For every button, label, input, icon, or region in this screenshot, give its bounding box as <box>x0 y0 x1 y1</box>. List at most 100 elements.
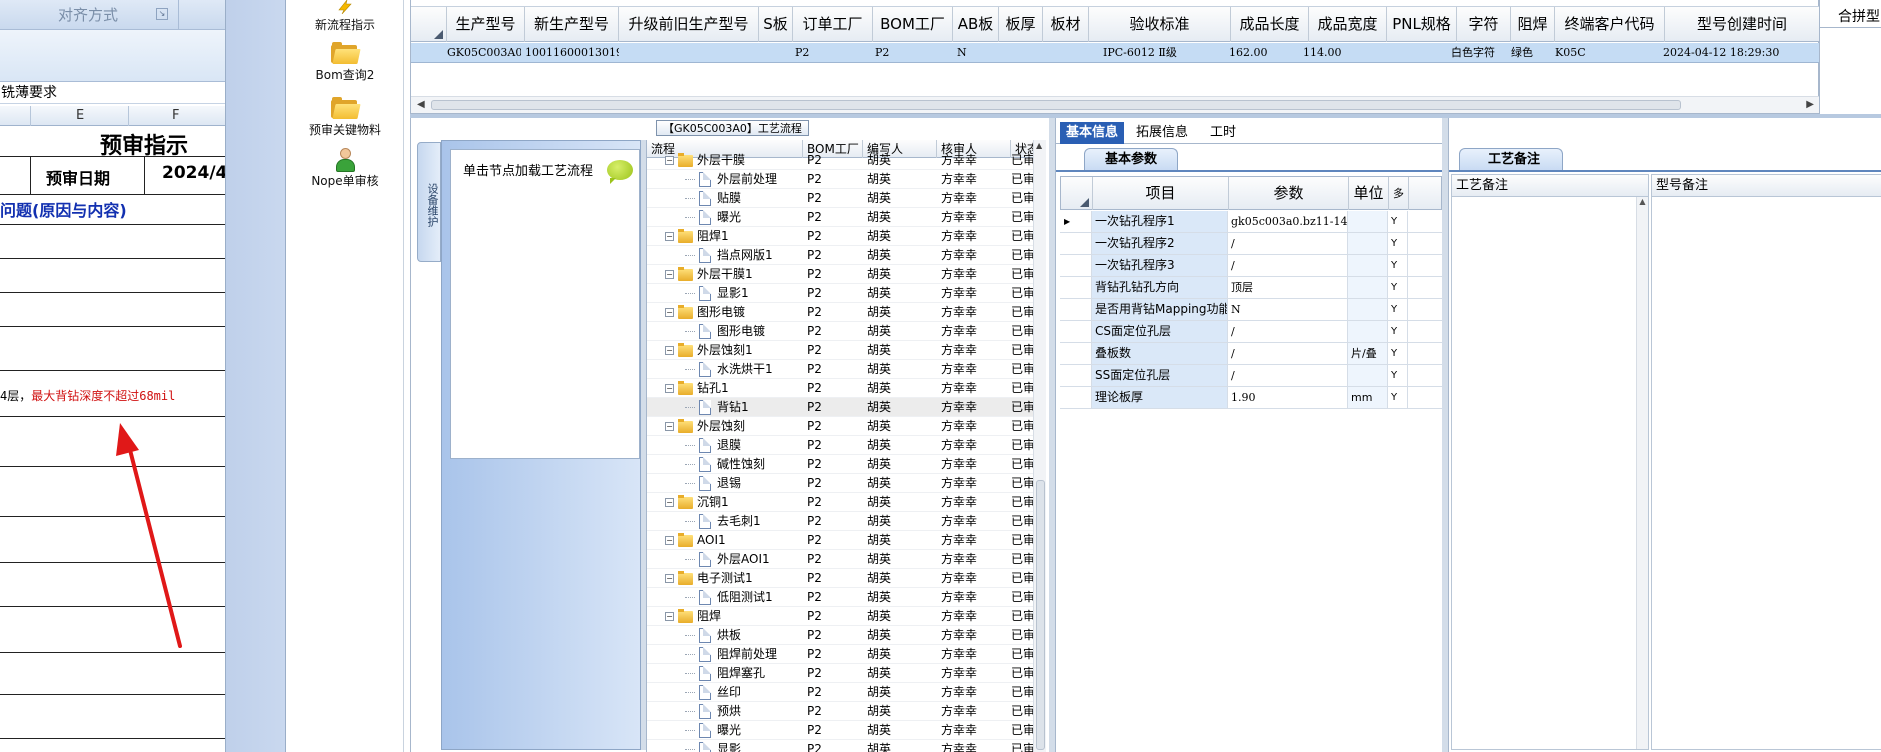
bom-factory-cell[interactable]: P2 <box>807 227 863 246</box>
reviewer-cell[interactable]: 方幸幸 <box>941 588 1011 607</box>
bom-factory-cell[interactable]: P2 <box>807 246 863 265</box>
row-selector-icon[interactable] <box>1060 365 1092 386</box>
row-selector-icon[interactable] <box>1060 387 1092 408</box>
writer-cell[interactable]: 胡英 <box>867 227 937 246</box>
param-unit-cell[interactable]: mm <box>1348 387 1388 408</box>
reviewer-cell[interactable]: 方幸幸 <box>941 721 1011 740</box>
column-header[interactable]: 升级前旧生产型号 <box>619 7 759 42</box>
tree-node[interactable]: 外层前处理 <box>685 170 803 189</box>
tree-step-row[interactable]: 丝印 P2胡英方幸幸已审核 <box>647 683 1046 702</box>
column-header[interactable]: 型号创建时间 <box>1665 7 1820 42</box>
table-cell[interactable]: 2024-04-12 18:29:30 <box>1659 43 1819 63</box>
bom-factory-cell[interactable]: P2 <box>807 455 863 474</box>
bom-factory-cell[interactable]: P2 <box>807 208 863 227</box>
writer-cell[interactable]: 胡英 <box>867 417 937 436</box>
status-cell[interactable]: 已审核 <box>1011 569 1035 588</box>
param-item-cell[interactable]: 叠板数 <box>1092 343 1228 364</box>
status-cell[interactable]: 已审核 <box>1011 702 1035 721</box>
tree-step-row[interactable]: 烘板 P2胡英方幸幸已审核 <box>647 626 1046 645</box>
tree-node[interactable]: − 外层蚀刻 <box>665 417 803 436</box>
tree-node[interactable]: 阻焊塞孔 <box>685 664 803 683</box>
load-flow-card[interactable]: 单击节点加载工艺流程 <box>450 149 640 459</box>
tree-step-row[interactable]: 阻焊塞孔 P2胡英方幸幸已审核 <box>647 664 1046 683</box>
vertical-scrollbar[interactable]: ▲ <box>1636 197 1648 749</box>
tree-group-row[interactable]: − 外层蚀刻1 P2胡英方幸幸已审核 <box>647 341 1046 360</box>
status-cell[interactable]: 已审核 <box>1011 265 1035 284</box>
tree-group-row[interactable]: − 钻孔1 P2胡英方幸幸已审核 <box>647 379 1046 398</box>
reviewer-cell[interactable]: 方幸幸 <box>941 360 1011 379</box>
bom-factory-cell[interactable]: P2 <box>807 417 863 436</box>
column-header[interactable]: 终端客户代码 <box>1555 7 1665 42</box>
reviewer-cell[interactable]: 方幸幸 <box>941 227 1011 246</box>
reviewer-cell[interactable]: 方幸幸 <box>941 303 1011 322</box>
param-item-cell[interactable]: 是否用背钻Mapping功能 <box>1092 299 1228 320</box>
writer-cell[interactable]: 胡英 <box>867 645 937 664</box>
status-cell[interactable]: 已审核 <box>1011 455 1035 474</box>
reviewer-cell[interactable]: 方幸幸 <box>941 493 1011 512</box>
tree-node[interactable]: − 阻焊 <box>665 607 803 626</box>
tree-node[interactable]: − 沉铜1 <box>665 493 803 512</box>
row-selector-icon[interactable] <box>1060 277 1092 298</box>
bom-factory-cell[interactable]: P2 <box>807 550 863 569</box>
writer-cell[interactable]: 胡英 <box>867 246 937 265</box>
writer-cell[interactable]: 胡英 <box>867 607 937 626</box>
param-row[interactable]: 一次钻孔程序2/ Y <box>1060 233 1442 255</box>
param-unit-cell[interactable] <box>1348 211 1388 232</box>
tree-node[interactable]: 丝印 <box>685 683 803 702</box>
column-header-f[interactable]: F <box>172 108 179 123</box>
bom-factory-cell[interactable]: P2 <box>807 626 863 645</box>
tree-step-row[interactable]: 低阻测试1 P2胡英方幸幸已审核 <box>647 588 1046 607</box>
table-cell[interactable]: 10011600013019 <box>521 43 619 63</box>
writer-cell[interactable]: 胡英 <box>867 170 937 189</box>
row-selector-icon[interactable] <box>1060 255 1092 276</box>
bom-factory-cell[interactable]: P2 <box>807 398 863 417</box>
param-unit-cell[interactable] <box>1348 365 1388 386</box>
bom-factory-cell[interactable]: P2 <box>807 607 863 626</box>
bom-factory-cell[interactable]: P2 <box>807 170 863 189</box>
column-header[interactable]: 参数 <box>1229 177 1349 210</box>
param-flag-cell[interactable]: Y <box>1388 277 1408 298</box>
status-cell[interactable]: 已审核 <box>1011 227 1035 246</box>
tree-group-row[interactable]: − 图形电镀 P2胡英方幸幸已审核 <box>647 303 1046 322</box>
writer-cell[interactable]: 胡英 <box>867 189 937 208</box>
column-header[interactable]: BOM工厂 <box>873 7 953 42</box>
table-cell[interactable]: P2 <box>791 43 871 63</box>
bom-factory-cell[interactable]: P2 <box>807 284 863 303</box>
param-row[interactable]: 一次钻孔程序3/ Y <box>1060 255 1442 277</box>
tree-node[interactable]: 预烘 <box>685 702 803 721</box>
tree-node[interactable]: 贴膜 <box>685 189 803 208</box>
collapse-icon[interactable]: − <box>665 346 674 355</box>
table-cell[interactable]: P2 <box>871 43 951 63</box>
grid-corner[interactable] <box>1061 177 1093 210</box>
param-unit-cell[interactable] <box>1348 299 1388 320</box>
formula-bar[interactable]: 铣薄要求 <box>0 82 225 104</box>
reviewer-cell[interactable]: 方幸幸 <box>941 341 1011 360</box>
status-cell[interactable]: 已审核 <box>1011 645 1035 664</box>
tree-group-row[interactable]: − 外层干膜 P2胡英方幸幸已审核 <box>647 151 1046 170</box>
reviewer-cell[interactable]: 方幸幸 <box>941 284 1011 303</box>
param-unit-cell[interactable] <box>1348 277 1388 298</box>
column-header[interactable]: AB板 <box>953 7 999 42</box>
bom-factory-cell[interactable]: P2 <box>807 341 863 360</box>
status-cell[interactable]: 已审核 <box>1011 303 1035 322</box>
writer-cell[interactable]: 胡英 <box>867 626 937 645</box>
tree-step-row[interactable]: 预烘 P2胡英方幸幸已审核 <box>647 702 1046 721</box>
status-cell[interactable]: 已审核 <box>1011 170 1035 189</box>
bom-factory-cell[interactable]: P2 <box>807 531 863 550</box>
reviewer-cell[interactable]: 方幸幸 <box>941 265 1011 284</box>
tab-basic-params[interactable]: 基本参数 <box>1084 148 1179 170</box>
row-selector-icon[interactable] <box>1060 233 1092 254</box>
bom-factory-cell[interactable]: P2 <box>807 740 863 752</box>
table-cell[interactable]: K05C <box>1551 43 1661 63</box>
bom-factory-cell[interactable]: P2 <box>807 683 863 702</box>
writer-cell[interactable]: 胡英 <box>867 512 937 531</box>
column-header[interactable]: 新生产型号 <box>525 7 619 42</box>
bom-factory-cell[interactable]: P2 <box>807 702 863 721</box>
status-cell[interactable]: 已审核 <box>1011 436 1035 455</box>
param-item-cell[interactable]: SS面定位孔层 <box>1092 365 1228 386</box>
writer-cell[interactable]: 胡英 <box>867 379 937 398</box>
process-notes-column[interactable]: 工艺备注 ▲ <box>1451 174 1649 750</box>
tree-node[interactable]: − AOI1 <box>665 531 803 550</box>
reviewer-cell[interactable]: 方幸幸 <box>941 569 1011 588</box>
status-cell[interactable]: 已审核 <box>1011 474 1035 493</box>
